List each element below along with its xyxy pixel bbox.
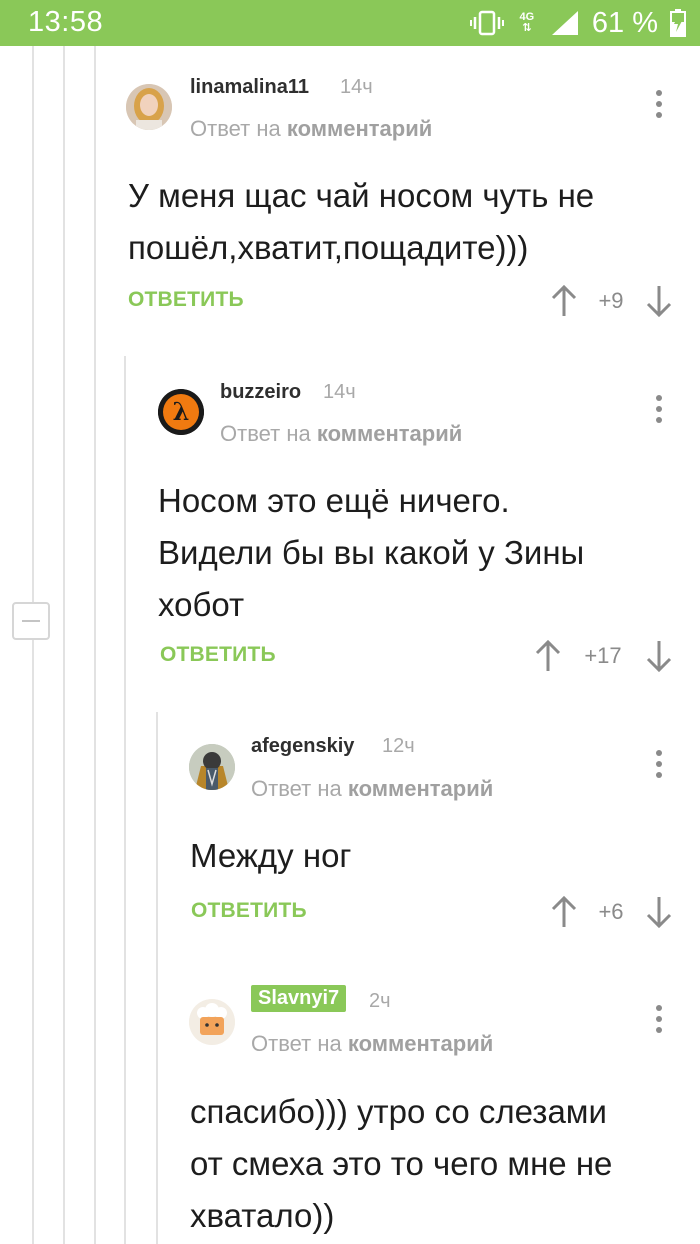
reply-to-prefix: Ответ на [220,421,311,446]
reply-button[interactable]: ОТВЕТИТЬ [191,899,307,923]
comment-time: 2ч [369,990,391,1012]
comment-text-line: пошёл,хватит,пощадите))) [128,229,529,266]
avatar[interactable] [189,744,235,790]
comment-author[interactable]: linamalina11 [190,76,309,99]
reply-to: Ответ на комментарий [251,1031,493,1057]
downvote-arrow-icon[interactable] [646,895,672,929]
upvote-arrow-icon[interactable] [535,639,561,673]
battery-percent: 61 % [591,6,658,39]
comment-text-line: Носом это ещё ничего. [158,482,510,519]
comment-text-line: спасибо))) утро со слезами [190,1093,607,1130]
status-icons: 4G ⇅ 61 % [469,6,686,39]
thread-line [156,712,158,1244]
author-badge[interactable]: Slavnyi7 [251,985,347,1012]
more-options-icon[interactable] [649,750,669,786]
avatar[interactable] [126,84,172,130]
reply-to-link[interactable]: комментарий [287,116,432,141]
comment-text-line: Видели бы вы какой у Зины [158,534,585,571]
comment-time: 14ч [340,76,373,98]
minus-icon [22,620,40,622]
more-options-icon[interactable] [649,90,669,126]
battery-charging-icon [670,9,686,37]
comment-author[interactable]: buzzeiro [220,381,301,404]
signal-icon [551,11,578,35]
comment-text: спасибо))) утро со слезами от смеха это … [190,1086,612,1242]
comment-text-line: хватало)) [190,1197,335,1234]
comment-author[interactable]: afegenskiy [251,735,354,758]
comment-time: 14ч [323,381,356,403]
thread-line [124,356,126,1244]
thread-line [94,46,96,1244]
reply-to-link[interactable]: комментарий [348,1031,493,1056]
reply-button[interactable]: ОТВЕТИТЬ [128,288,244,312]
thread-line [63,46,65,1244]
reply-to-prefix: Ответ на [251,776,342,801]
reply-to-prefix: Ответ на [190,116,281,141]
more-options-icon[interactable] [649,395,669,431]
status-bar: 13:58 4G ⇅ 61 % [0,0,700,46]
reply-to: Ответ на комментарий [190,116,432,142]
avatar[interactable]: λ [158,389,204,435]
collapse-thread-button[interactable] [12,602,50,640]
thread-line [32,46,34,1244]
comment-text-line: У меня щас чай носом чуть не [128,177,595,214]
reply-to-prefix: Ответ на [251,1031,342,1056]
data-arrows: ⇅ [522,22,532,34]
reply-to-link[interactable]: комментарий [348,776,493,801]
comment-text: Носом это ещё ничего. Видели бы вы какой… [158,475,584,631]
comment-text: У меня щас чай носом чуть не пошёл,хвати… [128,170,594,274]
comment-text-line: от смеха это то чего мне не [190,1145,613,1182]
reply-to: Ответ на комментарий [251,776,493,802]
score: +6 [598,899,624,924]
score: +17 [584,643,622,668]
reply-button[interactable]: ОТВЕТИТЬ [160,643,276,667]
network-icon: 4G ⇅ [516,12,538,34]
more-options-icon[interactable] [649,1005,669,1041]
comment-author[interactable]: Slavnyi7 [251,985,347,1012]
svg-text:λ: λ [173,397,190,426]
reply-to: Ответ на комментарий [220,421,462,447]
reply-to-link[interactable]: комментарий [317,421,462,446]
comment-time: 12ч [382,735,415,757]
score: +9 [598,288,624,313]
status-time: 13:58 [28,6,104,38]
upvote-arrow-icon[interactable] [551,284,577,318]
vibrate-icon [469,10,504,36]
comment-text: Между ног [190,830,351,882]
avatar[interactable] [189,999,235,1045]
downvote-arrow-icon[interactable] [646,284,672,318]
comment-text-line: хобот [158,586,245,623]
downvote-arrow-icon[interactable] [646,639,672,673]
comment-text-line: Между ног [190,837,352,874]
upvote-arrow-icon[interactable] [551,895,577,929]
